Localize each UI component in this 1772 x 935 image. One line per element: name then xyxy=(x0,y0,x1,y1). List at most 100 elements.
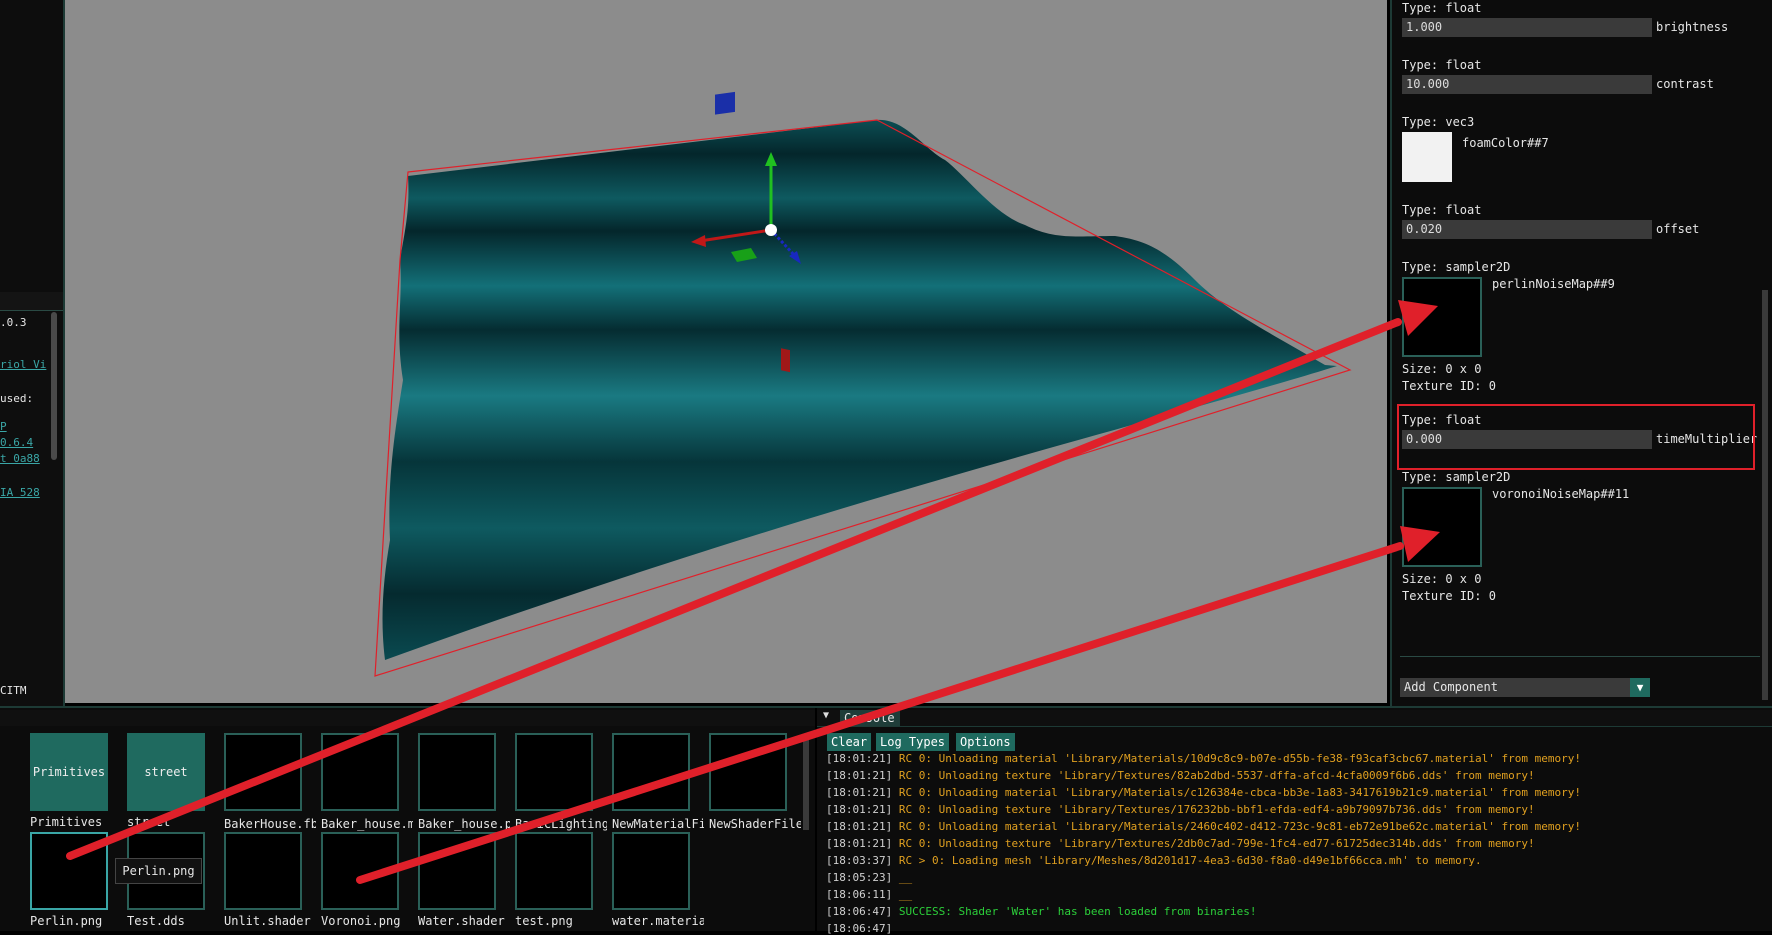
asset-name: Baker_house.png xyxy=(418,817,510,831)
left-panel-top xyxy=(0,0,63,293)
contrast-label: contrast xyxy=(1656,77,1714,91)
asset-name: street xyxy=(127,815,171,829)
log-timestamp: [18:06:47] xyxy=(826,905,893,918)
left-info-line: used: xyxy=(0,392,34,405)
asset-name: NewShaderFile xyxy=(709,817,801,831)
log-message: SUCCESS: Shader 'Water' has been loaded … xyxy=(898,905,1257,918)
voronoi-noise-map-label: voronoiNoiseMap##11 xyxy=(1492,487,1630,501)
foam-color-label: foamColor##7 xyxy=(1462,136,1549,150)
log-line: [18:01:21] RC 0: Unloading material 'Lib… xyxy=(826,820,1581,833)
log-line: [18:01:21] RC 0: Unloading texture 'Libr… xyxy=(826,837,1535,850)
left-info-link[interactable]: t 0a88 xyxy=(0,452,40,465)
asset-name: Baker_house.meta xyxy=(321,817,413,831)
asset-name: BasicLighting xyxy=(515,817,607,831)
foam-color-swatch[interactable] xyxy=(1402,132,1452,182)
log-types-button[interactable]: Log Types xyxy=(876,733,950,751)
log-message: RC > 0: Loading mesh 'Library/Meshes/8d2… xyxy=(898,854,1482,867)
file-thumbnail xyxy=(321,832,399,910)
left-info-link[interactable]: riol Vi xyxy=(0,358,46,371)
left-info-link[interactable]: P xyxy=(0,420,7,433)
asset-name: Water.shader xyxy=(418,914,505,928)
log-timestamp: [18:01:21] xyxy=(826,769,893,782)
log-line: [18:01:21] RC 0: Unloading texture 'Libr… xyxy=(826,803,1535,816)
log-message: RC 0: Unloading material 'Library/Materi… xyxy=(898,820,1581,833)
log-line: [18:06:11] __ xyxy=(826,888,912,901)
tab-console[interactable]: Console xyxy=(840,710,900,726)
log-timestamp: [18:01:21] xyxy=(826,837,893,850)
left-panel-scrollbar[interactable] xyxy=(51,312,57,460)
scene-render xyxy=(374,91,1352,677)
file-thumbnail xyxy=(612,733,690,811)
file-thumbnail xyxy=(709,733,787,811)
log-timestamp: [18:01:21] xyxy=(826,752,893,765)
log-message: RC 0: Unloading texture 'Library/Texture… xyxy=(898,769,1535,782)
log-line: [18:06:47] xyxy=(826,922,892,935)
scene-viewport[interactable] xyxy=(65,0,1387,703)
collapse-triangle-icon[interactable]: ▼ xyxy=(823,710,829,721)
log-timestamp: [18:05:23] xyxy=(826,871,893,884)
prop-type-label: Type: float xyxy=(1402,203,1482,217)
file-thumbnail xyxy=(612,832,690,910)
log-timestamp: [18:01:21] xyxy=(826,803,893,816)
left-info-line: .0.3 xyxy=(0,316,27,329)
left-info-link[interactable]: 0.6.4 xyxy=(0,436,33,449)
left-footer-text: CITM xyxy=(0,684,27,697)
add-component-dropdown[interactable]: Add Component xyxy=(1400,678,1650,697)
asset-name: Test.dds xyxy=(127,914,185,928)
log-message: RC 0: Unloading material 'Library/Materi… xyxy=(898,752,1581,765)
asset-name: test.png xyxy=(515,914,573,928)
prop-type-label: Type: sampler2D xyxy=(1402,470,1511,484)
file-thumbnail xyxy=(224,832,302,910)
offset-field[interactable]: 0.020 xyxy=(1402,220,1652,239)
log-line: [18:01:21] RC 0: Unloading texture 'Libr… xyxy=(826,769,1535,782)
log-message: RC 0: Unloading texture 'Library/Texture… xyxy=(898,837,1535,850)
log-message: RC 0: Unloading material 'Library/Materi… xyxy=(898,786,1581,799)
asset-name: Voronoi.png xyxy=(321,914,401,928)
prop-type-label: Type: vec3 xyxy=(1402,115,1475,129)
asset-name: Unlit.shader xyxy=(224,914,311,928)
file-thumbnail xyxy=(515,733,593,811)
log-timestamp: [18:01:21] xyxy=(826,820,893,833)
asset-tooltip: Perlin.png xyxy=(115,858,202,884)
contrast-field[interactable]: 10.000 xyxy=(1402,75,1652,94)
log-line: [18:01:21] RC 0: Unloading material 'Lib… xyxy=(826,752,1581,765)
log-timestamp: [18:01:21] xyxy=(826,786,893,799)
file-thumbnail xyxy=(30,832,108,910)
asset-name: BakerHouse.fbx xyxy=(224,817,316,831)
left-info-link[interactable]: IA 528 xyxy=(0,486,40,499)
brightness-field[interactable]: 1.000 xyxy=(1402,18,1652,37)
brightness-label: brightness xyxy=(1656,20,1729,34)
asset-name: water.material xyxy=(612,914,704,928)
log-line: [18:03:37] RC > 0: Loading mesh 'Library… xyxy=(826,854,1482,867)
log-timestamp: [18:03:37] xyxy=(826,854,893,867)
clear-button[interactable]: Clear xyxy=(827,733,872,751)
log-line: [18:06:47] SUCCESS: Shader 'Water' has b… xyxy=(826,905,1256,918)
log-message: RC 0: Unloading texture 'Library/Texture… xyxy=(898,803,1535,816)
texture-id-label: Texture ID: 0 xyxy=(1402,379,1496,393)
asset-name: Primitives xyxy=(30,815,103,829)
inspector-panel: Type: float 1.000 brightness Type: float… xyxy=(1390,0,1772,706)
voronoi-noise-texture-slot[interactable] xyxy=(1402,487,1482,567)
asset-name: Perlin.png xyxy=(30,914,103,928)
time-multiplier-highlight xyxy=(1397,404,1755,470)
log-message: __ xyxy=(898,871,913,884)
inspector-separator xyxy=(1400,656,1760,657)
options-button[interactable]: Options xyxy=(956,733,1015,751)
prop-type-label: Type: sampler2D xyxy=(1402,260,1511,274)
folder-icon: street xyxy=(127,733,205,811)
asset-name: NewMaterialFile xyxy=(612,817,704,831)
console-title-bar xyxy=(817,710,1772,727)
log-message: __ xyxy=(898,888,913,901)
file-thumbnail xyxy=(321,733,399,811)
log-timestamp: [18:06:47] xyxy=(826,922,893,935)
file-thumbnail xyxy=(418,733,496,811)
prop-type-label: Type: float xyxy=(1402,1,1482,15)
left-panel-header xyxy=(0,292,63,311)
assets-scrollbar[interactable] xyxy=(803,740,809,830)
log-timestamp: [18:06:11] xyxy=(826,888,893,901)
perlin-noise-texture-slot[interactable] xyxy=(1402,277,1482,357)
chevron-down-icon[interactable]: ▼ xyxy=(1630,678,1650,697)
inspector-scrollbar[interactable] xyxy=(1762,290,1768,700)
file-thumbnail xyxy=(224,733,302,811)
file-thumbnail xyxy=(515,832,593,910)
